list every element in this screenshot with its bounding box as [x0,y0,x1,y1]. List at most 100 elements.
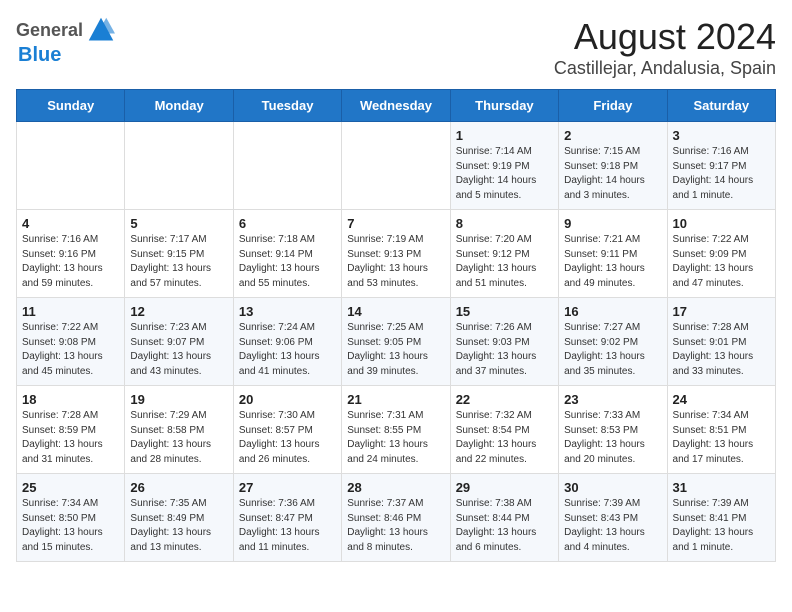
calendar-cell: 6 Sunrise: 7:18 AM Sunset: 9:14 PM Daylig… [233,210,341,298]
calendar-cell: 11 Sunrise: 7:22 AM Sunset: 9:08 PM Dayli… [17,298,125,386]
day-number: 25 [22,480,119,495]
calendar-cell: 24Sunrise: 7:34 AM Sunset: 8:51 PM Dayli… [667,386,775,474]
calendar-cell: 17Sunrise: 7:28 AM Sunset: 9:01 PM Dayli… [667,298,775,386]
day-number: 4 [22,216,119,231]
day-header-monday: Monday [125,90,233,122]
day-info: Sunrise: 7:30 AM Sunset: 8:57 PM Dayligh… [239,409,336,467]
calendar-cell: 4 Sunrise: 7:16 AM Sunset: 9:16 PM Daylig… [17,210,125,298]
calendar-cell [342,122,450,210]
day-number: 23 [564,392,661,407]
day-info: Sunrise: 7:38 AM Sunset: 8:44 PM Dayligh… [456,497,553,555]
calendar-cell: 22 Sunrise: 7:32 AM Sunset: 8:54 PM Dayli… [450,386,558,474]
day-number: 20 [239,392,336,407]
day-number: 21 [347,392,444,407]
day-header-tuesday: Tuesday [233,90,341,122]
day-number: 19 [130,392,227,407]
calendar-cell: 29 Sunrise: 7:38 AM Sunset: 8:44 PM Dayli… [450,474,558,562]
day-number: 16 [564,304,661,319]
title-area: August 2024 Castillejar, Andalusia, Spai… [554,16,776,79]
day-info: Sunrise: 7:22 AM Sunset: 9:08 PM Dayligh… [22,321,119,379]
calendar-week-1: 1 Sunrise: 7:14 AM Sunset: 9:19 PM Daylig… [17,122,776,210]
calendar-cell [17,122,125,210]
day-header-friday: Friday [559,90,667,122]
logo: General Blue [16,16,115,67]
day-info: Sunrise: 7:31 AM Sunset: 8:55 PM Dayligh… [347,409,444,467]
day-info: Sunrise: 7:20 AM Sunset: 9:12 PM Dayligh… [456,233,553,291]
calendar-cell: 19 Sunrise: 7:29 AM Sunset: 8:58 PM Dayli… [125,386,233,474]
calendar-cell: 1 Sunrise: 7:14 AM Sunset: 9:19 PM Daylig… [450,122,558,210]
day-number: 8 [456,216,553,231]
day-number: 9 [564,216,661,231]
day-info: Sunrise: 7:28 AM Sunset: 9:01 PM Dayligh… [673,321,770,379]
day-number: 15 [456,304,553,319]
day-info: Sunrise: 7:21 AM Sunset: 9:11 PM Dayligh… [564,233,661,291]
day-info: Sunrise: 7:39 AM Sunset: 8:41 PM Dayligh… [673,497,770,555]
day-number: 14 [347,304,444,319]
day-info: Sunrise: 7:15 AM Sunset: 9:18 PM Dayligh… [564,145,661,203]
day-info: Sunrise: 7:24 AM Sunset: 9:06 PM Dayligh… [239,321,336,379]
day-info: Sunrise: 7:18 AM Sunset: 9:14 PM Dayligh… [239,233,336,291]
calendar-cell: 9 Sunrise: 7:21 AM Sunset: 9:11 PM Daylig… [559,210,667,298]
calendar-cell: 8 Sunrise: 7:20 AM Sunset: 9:12 PM Daylig… [450,210,558,298]
day-header-saturday: Saturday [667,90,775,122]
calendar-header-row: SundayMondayTuesdayWednesdayThursdayFrid… [17,90,776,122]
calendar-cell: 21 Sunrise: 7:31 AM Sunset: 8:55 PM Dayli… [342,386,450,474]
day-info: Sunrise: 7:17 AM Sunset: 9:15 PM Dayligh… [130,233,227,291]
day-header-wednesday: Wednesday [342,90,450,122]
day-info: Sunrise: 7:29 AM Sunset: 8:58 PM Dayligh… [130,409,227,467]
day-number: 26 [130,480,227,495]
calendar-cell: 16Sunrise: 7:27 AM Sunset: 9:02 PM Dayli… [559,298,667,386]
day-number: 22 [456,392,553,407]
calendar-cell: 2 Sunrise: 7:15 AM Sunset: 9:18 PM Daylig… [559,122,667,210]
calendar-week-4: 18Sunrise: 7:28 AM Sunset: 8:59 PM Dayli… [17,386,776,474]
day-info: Sunrise: 7:19 AM Sunset: 9:13 PM Dayligh… [347,233,444,291]
day-info: Sunrise: 7:32 AM Sunset: 8:54 PM Dayligh… [456,409,553,467]
day-number: 29 [456,480,553,495]
day-header-thursday: Thursday [450,90,558,122]
day-number: 24 [673,392,770,407]
day-number: 31 [673,480,770,495]
calendar-week-3: 11 Sunrise: 7:22 AM Sunset: 9:08 PM Dayli… [17,298,776,386]
calendar-cell: 23 Sunrise: 7:33 AM Sunset: 8:53 PM Dayli… [559,386,667,474]
calendar-cell: 20 Sunrise: 7:30 AM Sunset: 8:57 PM Dayli… [233,386,341,474]
day-info: Sunrise: 7:39 AM Sunset: 8:43 PM Dayligh… [564,497,661,555]
day-info: Sunrise: 7:23 AM Sunset: 9:07 PM Dayligh… [130,321,227,379]
main-title: August 2024 [554,16,776,58]
calendar-cell [233,122,341,210]
calendar-cell: 30 Sunrise: 7:39 AM Sunset: 8:43 PM Dayli… [559,474,667,562]
calendar-cell [125,122,233,210]
logo-general-text: General [16,20,83,41]
calendar-cell: 3Sunrise: 7:16 AM Sunset: 9:17 PM Daylig… [667,122,775,210]
day-number: 11 [22,304,119,319]
calendar-cell: 5 Sunrise: 7:17 AM Sunset: 9:15 PM Daylig… [125,210,233,298]
calendar-cell: 27Sunrise: 7:36 AM Sunset: 8:47 PM Dayli… [233,474,341,562]
day-number: 30 [564,480,661,495]
day-info: Sunrise: 7:35 AM Sunset: 8:49 PM Dayligh… [130,497,227,555]
day-info: Sunrise: 7:25 AM Sunset: 9:05 PM Dayligh… [347,321,444,379]
day-info: Sunrise: 7:28 AM Sunset: 8:59 PM Dayligh… [22,409,119,467]
header: General Blue August 2024 Castillejar, An… [16,16,776,79]
calendar-cell: 10Sunrise: 7:22 AM Sunset: 9:09 PM Dayli… [667,210,775,298]
day-number: 12 [130,304,227,319]
day-number: 10 [673,216,770,231]
subtitle: Castillejar, Andalusia, Spain [554,58,776,79]
calendar-cell: 26 Sunrise: 7:35 AM Sunset: 8:49 PM Dayli… [125,474,233,562]
calendar-cell: 14 Sunrise: 7:25 AM Sunset: 9:05 PM Dayli… [342,298,450,386]
day-info: Sunrise: 7:16 AM Sunset: 9:16 PM Dayligh… [22,233,119,291]
day-number: 7 [347,216,444,231]
day-number: 2 [564,128,661,143]
calendar-cell: 18Sunrise: 7:28 AM Sunset: 8:59 PM Dayli… [17,386,125,474]
day-number: 1 [456,128,553,143]
day-number: 6 [239,216,336,231]
day-info: Sunrise: 7:14 AM Sunset: 9:19 PM Dayligh… [456,145,553,203]
calendar-cell: 31 Sunrise: 7:39 AM Sunset: 8:41 PM Dayli… [667,474,775,562]
day-number: 13 [239,304,336,319]
day-info: Sunrise: 7:33 AM Sunset: 8:53 PM Dayligh… [564,409,661,467]
day-info: Sunrise: 7:26 AM Sunset: 9:03 PM Dayligh… [456,321,553,379]
logo-blue-text: Blue [18,44,61,66]
logo-icon [87,16,115,44]
day-number: 28 [347,480,444,495]
calendar-cell: 28Sunrise: 7:37 AM Sunset: 8:46 PM Dayli… [342,474,450,562]
day-number: 5 [130,216,227,231]
calendar-cell: 25Sunrise: 7:34 AM Sunset: 8:50 PM Dayli… [17,474,125,562]
